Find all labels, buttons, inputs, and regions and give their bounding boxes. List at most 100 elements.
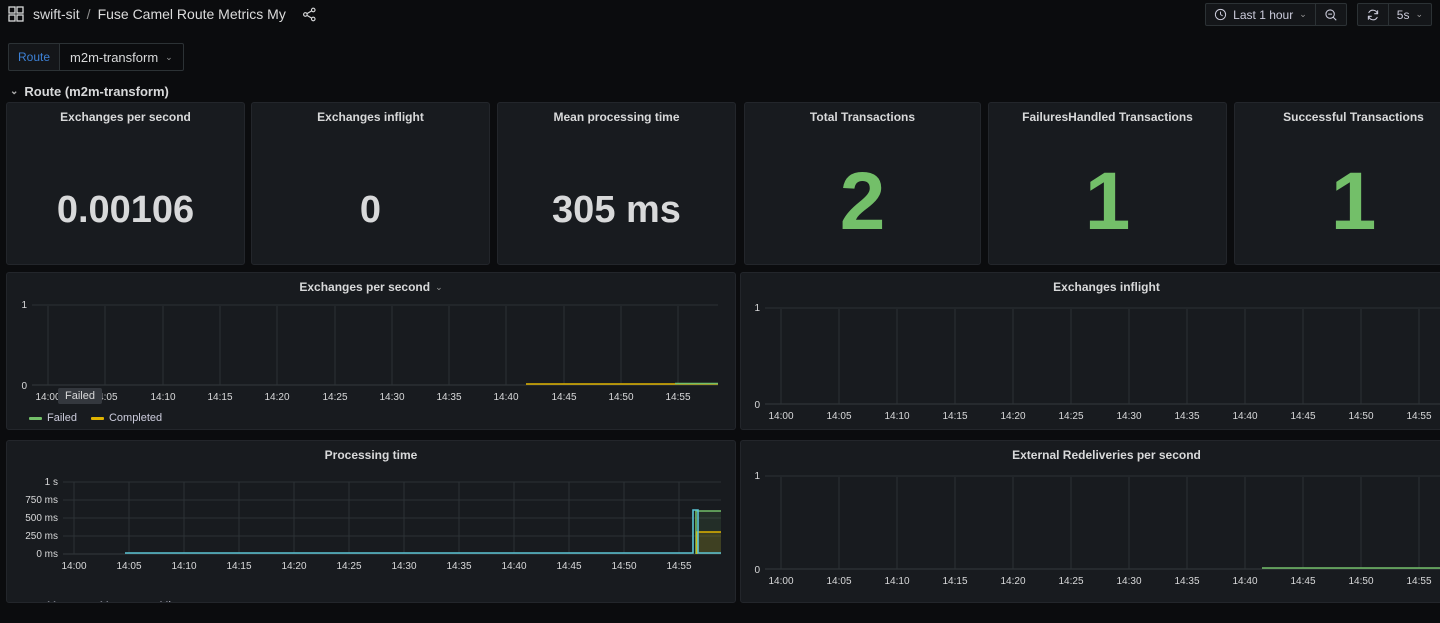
chevron-down-icon: ⌄ — [165, 51, 173, 62]
y-tick-label: 250 ms — [25, 531, 58, 542]
y-tick-label: 0 — [754, 400, 760, 411]
x-tick-label: 14:30 — [1116, 576, 1141, 587]
timeseries-panel-exchanges-per-second[interactable]: Exchanges per second ⌄ 1 0 14:00 14:05 1… — [6, 272, 736, 430]
grid-apps-icon[interactable] — [8, 6, 24, 22]
panel-title: Successful Transactions — [1283, 110, 1424, 124]
y-tick-label: 0 ms — [36, 549, 58, 560]
x-tick-label: 14:40 — [493, 392, 518, 403]
x-tick-label: 14:15 — [207, 392, 232, 403]
variable-label-route: Route — [8, 43, 60, 71]
x-tick-label: 14:50 — [1348, 411, 1373, 422]
x-tick-label: 14:40 — [1232, 411, 1257, 422]
legend-item-min[interactable]: Min — [141, 600, 177, 602]
refresh-dashboard-button[interactable] — [1358, 4, 1388, 25]
stat-panel-exchanges-per-second[interactable]: Exchanges per second 0.00106 — [6, 102, 245, 265]
y-tick-label: 0 — [21, 381, 27, 392]
panel-title: Mean processing time — [553, 110, 680, 124]
time-range-picker[interactable]: Last 1 hour ⌄ — [1206, 4, 1315, 25]
y-tick-label: 750 ms — [25, 495, 58, 506]
x-tick-label: 14:50 — [611, 561, 636, 572]
stat-panel-successful-transactions[interactable]: Successful Transactions 1 — [1234, 102, 1440, 265]
stat-value: 1 — [1084, 156, 1131, 247]
chart-legend: Max Mean Min — [29, 600, 177, 602]
legend-swatch-icon — [90, 416, 104, 420]
stat-value: 2 — [839, 156, 886, 247]
panel-title: Exchanges inflight — [317, 110, 424, 124]
refresh-interval-picker[interactable]: 5s ⌄ — [1387, 4, 1431, 25]
legend-label: Failed — [47, 412, 77, 424]
legend-item-mean[interactable]: Mean — [82, 600, 128, 602]
legend-item-failed[interactable]: Failed — [29, 412, 77, 424]
stat-panel-failureshandled-transactions[interactable]: FailuresHandled Transactions 1 — [988, 102, 1227, 265]
chart-plot-area[interactable]: 1 s 750 ms 500 ms 250 ms 0 ms 14:00 14:0… — [7, 441, 735, 602]
x-tick-label: 14:55 — [666, 561, 691, 572]
panel-title: Total Transactions — [809, 110, 916, 124]
stat-value: 1 — [1330, 156, 1377, 247]
chart-plot-area[interactable]: 0 1 14:00 14:05 14:10 14:15 14:20 14:25 … — [741, 273, 1440, 429]
chart-plot-area[interactable]: 1 0 14:00 14:05 14:10 14:15 14:20 14:25 … — [741, 441, 1440, 602]
stat-panel-mean-processing-time[interactable]: Mean processing time 305 ms — [497, 102, 736, 265]
series-line-min — [125, 509, 721, 554]
x-tick-label: 14:25 — [1058, 411, 1083, 422]
chart-plot-area[interactable]: 1 0 14:00 14:05 14:10 14:15 14:20 14:25 … — [7, 273, 735, 429]
timeseries-panel-processing-time[interactable]: Processing time 1 s 750 ms 500 ms 250 ms… — [6, 440, 736, 603]
y-tick-label: 500 ms — [25, 513, 58, 524]
x-tick-label: 14:55 — [1406, 576, 1431, 587]
share-nodes-icon[interactable] — [302, 7, 317, 22]
toolbar-right: Last 1 hour ⌄ 5s ⌄ — [1205, 3, 1432, 26]
x-tick-label: 14:20 — [264, 392, 289, 403]
time-range-label: Last 1 hour — [1233, 7, 1294, 22]
stat-panel-total-transactions[interactable]: Total Transactions 2 — [744, 102, 981, 265]
variable-value-route: m2m-transform — [70, 49, 159, 65]
legend-item-completed[interactable]: Completed — [90, 412, 163, 424]
x-tick-label: 14:20 — [1000, 411, 1025, 422]
x-tick-label: 14:20 — [281, 561, 306, 572]
x-tick-label: 14:45 — [551, 392, 576, 403]
x-tick-label: 14:00 — [768, 576, 793, 587]
refresh-controls: 5s ⌄ — [1356, 3, 1432, 26]
chevron-down-icon: ⌄ — [1415, 9, 1423, 19]
row-header-route[interactable]: ⌄ Route (m2m-transform) — [0, 80, 1440, 102]
page-title[interactable]: Fuse Camel Route Metrics My — [98, 6, 286, 22]
x-tick-label: 14:00 — [768, 411, 793, 422]
x-tick-label: 14:45 — [556, 561, 581, 572]
legend-label: Min — [159, 600, 177, 602]
breadcrumb-org[interactable]: swift-sit — [33, 6, 80, 22]
x-tick-label: 14:05 — [116, 561, 141, 572]
zoom-out-time-button[interactable] — [1314, 4, 1346, 25]
chart-legend: Failed Completed — [29, 412, 162, 424]
legend-tooltip: Failed — [58, 388, 102, 404]
y-tick-label: 1 — [754, 471, 760, 482]
x-tick-label: 14:05 — [826, 576, 851, 587]
legend-label: Mean — [100, 600, 128, 602]
x-tick-label: 14:40 — [1232, 576, 1257, 587]
clock-icon — [1214, 8, 1227, 21]
refresh-interval-label: 5s — [1396, 7, 1410, 22]
x-tick-label: 14:20 — [1000, 576, 1025, 587]
variables-bar: Route m2m-transform ⌄ — [0, 40, 1440, 74]
timeseries-panel-external-redeliveries[interactable]: External Redeliveries per second 1 0 14:… — [740, 440, 1440, 603]
variable-picker-route[interactable]: m2m-transform ⌄ — [59, 43, 184, 71]
y-tick-label: 1 — [21, 300, 27, 311]
x-tick-label: 14:10 — [171, 561, 196, 572]
x-tick-label: 14:35 — [436, 392, 461, 403]
x-tick-label: 14:55 — [1406, 411, 1431, 422]
top-navigation-bar: swift-sit / Fuse Camel Route Metrics My … — [0, 0, 1440, 28]
legend-label: Completed — [108, 412, 163, 424]
x-tick-label: 14:30 — [1116, 411, 1141, 422]
stat-panel-exchanges-inflight[interactable]: Exchanges inflight 0 — [251, 102, 490, 265]
x-tick-label: 14:15 — [942, 411, 967, 422]
x-tick-label: 14:15 — [226, 561, 251, 572]
legend-item-max[interactable]: Max — [29, 600, 68, 602]
chevron-down-icon: ⌄ — [10, 85, 19, 97]
x-tick-label: 14:15 — [942, 576, 967, 587]
x-tick-label: 14:10 — [884, 576, 909, 587]
timeseries-panel-exchanges-inflight[interactable]: Exchanges inflight 0 1 14:00 14:05 14:10… — [740, 272, 1440, 430]
x-tick-label: 14:25 — [1058, 576, 1083, 587]
x-tick-label: 14:35 — [1174, 576, 1199, 587]
panel-title: Exchanges per second — [60, 110, 191, 124]
x-tick-label: 14:10 — [150, 392, 175, 403]
magnifier-minus-icon — [1324, 8, 1338, 22]
stat-value: 0 — [359, 189, 382, 231]
x-tick-label: 14:35 — [446, 561, 471, 572]
